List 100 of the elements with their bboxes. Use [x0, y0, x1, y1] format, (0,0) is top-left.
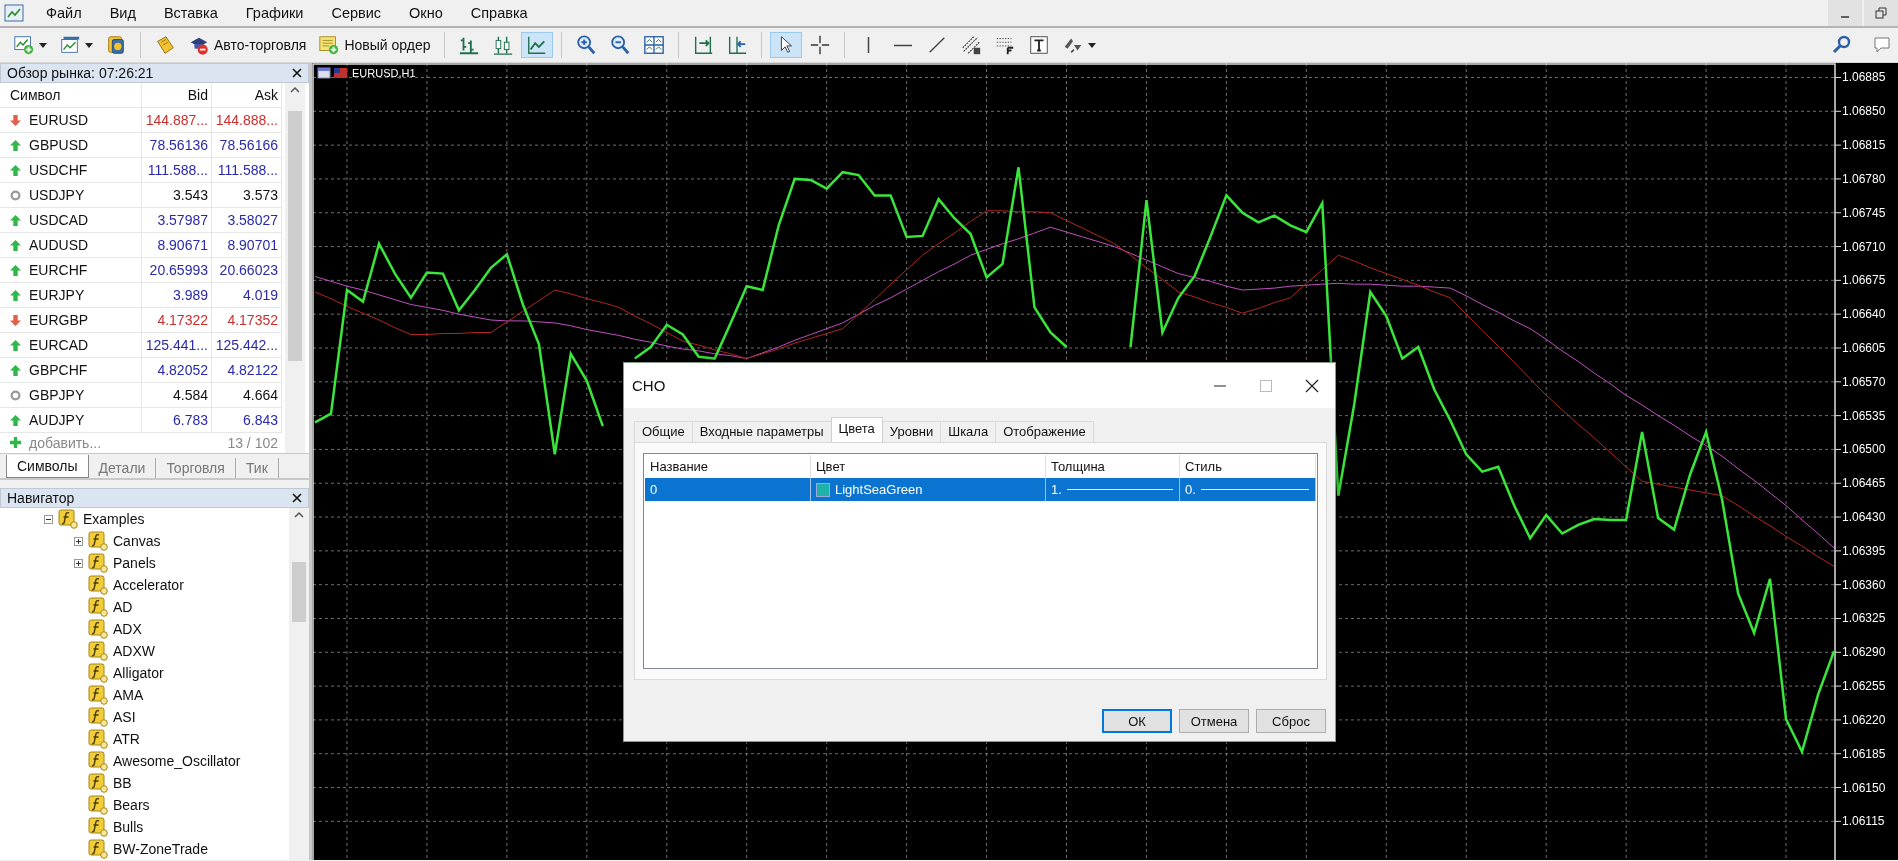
table-row[interactable]: 0 LightSeaGreen 1. 0.: [645, 478, 1316, 501]
tree-item[interactable]: Accelerator: [113, 577, 184, 593]
symbol-name[interactable]: EURJPY: [29, 287, 85, 303]
indicator-icon: [88, 685, 108, 705]
symbol-name[interactable]: GBPJPY: [29, 387, 85, 403]
expand-icon[interactable]: [74, 536, 83, 546]
bid-price: 8.90671: [142, 233, 212, 257]
bid-price: 6.783: [142, 408, 212, 432]
tab[interactable]: Уровни: [881, 421, 942, 442]
price-tick-label: 1.06640: [1834, 307, 1886, 322]
tab[interactable]: Отображение: [995, 421, 1094, 442]
y-tick-label: 1.06605: [1842, 340, 1886, 355]
line-width-picker[interactable]: 1.: [1046, 478, 1180, 501]
symbol-name[interactable]: EURCAD: [29, 337, 89, 353]
new-order-button[interactable]: Новый ордер: [313, 32, 436, 58]
indicator-icon: [88, 641, 108, 661]
restore-button[interactable]: [1864, 0, 1898, 26]
menu-item[interactable]: Сервис: [331, 2, 382, 24]
tree-item[interactable]: BB: [113, 775, 132, 791]
indicator-icon: [88, 795, 108, 815]
dialog-button[interactable]: Сброс: [1256, 709, 1326, 733]
indicator-icon: [88, 729, 108, 749]
tree-item[interactable]: Panels: [113, 555, 156, 571]
tree-item[interactable]: ADX: [113, 621, 142, 637]
price-tick-label: 1.06850: [1834, 104, 1886, 119]
price-tick-label: 1.06710: [1834, 239, 1886, 254]
menu-item[interactable]: Файл: [46, 2, 82, 24]
auto-trading-button[interactable]: Авто-торговля: [183, 32, 312, 58]
line-chart-button[interactable]: [520, 32, 553, 58]
color-picker[interactable]: LightSeaGreen: [811, 478, 1046, 501]
ask-price: 111.588...: [212, 158, 282, 182]
zoom-out-icon: [608, 34, 631, 56]
tree-item[interactable]: Awesome_Oscillator: [113, 753, 241, 769]
price-tick-label: 1.06325: [1834, 611, 1886, 626]
cursor-button[interactable]: [769, 32, 802, 58]
ask-price: 4.17352: [212, 308, 282, 332]
tree-item[interactable]: Bulls: [113, 819, 144, 835]
tab[interactable]: Цвета: [830, 417, 883, 442]
symbol-name[interactable]: GBPCHF: [29, 362, 88, 378]
tree-item[interactable]: Examples: [83, 511, 145, 527]
scroll-thumb[interactable]: [288, 111, 302, 361]
tree-item[interactable]: ATR: [113, 731, 140, 747]
symbol-name[interactable]: USDJPY: [29, 187, 85, 203]
symbol-name[interactable]: EURCHF: [29, 262, 88, 278]
tree-item[interactable]: AMA: [113, 687, 144, 703]
expand-icon[interactable]: [74, 558, 83, 568]
menu-item[interactable]: Окно: [409, 2, 443, 24]
column-header[interactable]: Символ: [0, 83, 142, 107]
tab[interactable]: Символы: [6, 455, 89, 478]
tab[interactable]: Общие: [634, 421, 693, 442]
symbol-name[interactable]: EURGBP: [29, 312, 89, 328]
column-header[interactable]: Bid: [142, 83, 212, 107]
y-tick-label: 1.06640: [1842, 307, 1886, 322]
symbol-name[interactable]: USDCHF: [29, 162, 88, 178]
menu-item[interactable]: Вставка: [163, 2, 218, 24]
bid-price: 78.56136: [142, 133, 212, 157]
close-icon[interactable]: [292, 493, 302, 503]
tree-item[interactable]: Canvas: [113, 533, 161, 549]
search-icon[interactable]: [1832, 35, 1852, 55]
tree-item[interactable]: Bears: [113, 797, 150, 813]
caret-icon: [1087, 42, 1096, 48]
y-tick-label: 1.06885: [1842, 70, 1886, 85]
scrollbar[interactable]: [289, 508, 309, 860]
line-style-picker[interactable]: 0.: [1180, 478, 1316, 501]
symbol-name[interactable]: AUDJPY: [29, 412, 85, 428]
coins-icon: [105, 34, 127, 56]
close-icon[interactable]: [292, 68, 302, 78]
app-icon[interactable]: [4, 3, 24, 23]
plus-icon[interactable]: [10, 437, 21, 448]
dialog-button[interactable]: ОК: [1102, 709, 1172, 733]
tab[interactable]: Торговля: [156, 458, 236, 478]
menu-item[interactable]: Вид: [109, 2, 136, 24]
symbol-name[interactable]: GBPUSD: [29, 137, 89, 153]
column-header[interactable]: Ask: [212, 83, 282, 107]
dialog-button[interactable]: Отмена: [1179, 709, 1249, 733]
menu-item[interactable]: Справка: [470, 2, 528, 24]
scroll-thumb[interactable]: [292, 562, 306, 622]
collapse-icon[interactable]: [44, 514, 53, 524]
tree-item[interactable]: ADXW: [113, 643, 155, 659]
add-symbol-link[interactable]: добавить...: [29, 434, 102, 451]
tree-item[interactable]: AD: [113, 599, 133, 615]
tree-item[interactable]: ASI: [113, 709, 136, 725]
tree-item[interactable]: BW-ZoneTrade: [113, 841, 208, 857]
price-tick-label: 1.06290: [1834, 645, 1886, 660]
price-tick-label: 1.06255: [1834, 679, 1886, 694]
crosshair-icon: [808, 34, 831, 56]
ask-price: 78.56166: [212, 133, 282, 157]
price-tick-label: 1.06885: [1834, 70, 1886, 85]
tab[interactable]: Тик: [235, 458, 279, 478]
tree-item[interactable]: Alligator: [113, 665, 164, 681]
scrollbar[interactable]: [285, 83, 305, 453]
tab[interactable]: Детали: [88, 458, 157, 478]
y-tick-label: 1.06115: [1842, 814, 1885, 829]
tab[interactable]: Входные параметры: [691, 421, 832, 442]
symbol-name[interactable]: USDCAD: [29, 212, 89, 228]
y-tick-label: 1.06465: [1842, 476, 1886, 491]
symbol-name[interactable]: AUDUSD: [29, 237, 89, 253]
menu-item[interactable]: Графики: [245, 2, 304, 24]
panel-title: Навигатор: [7, 490, 75, 506]
symbol-name[interactable]: EURUSD: [29, 112, 89, 128]
